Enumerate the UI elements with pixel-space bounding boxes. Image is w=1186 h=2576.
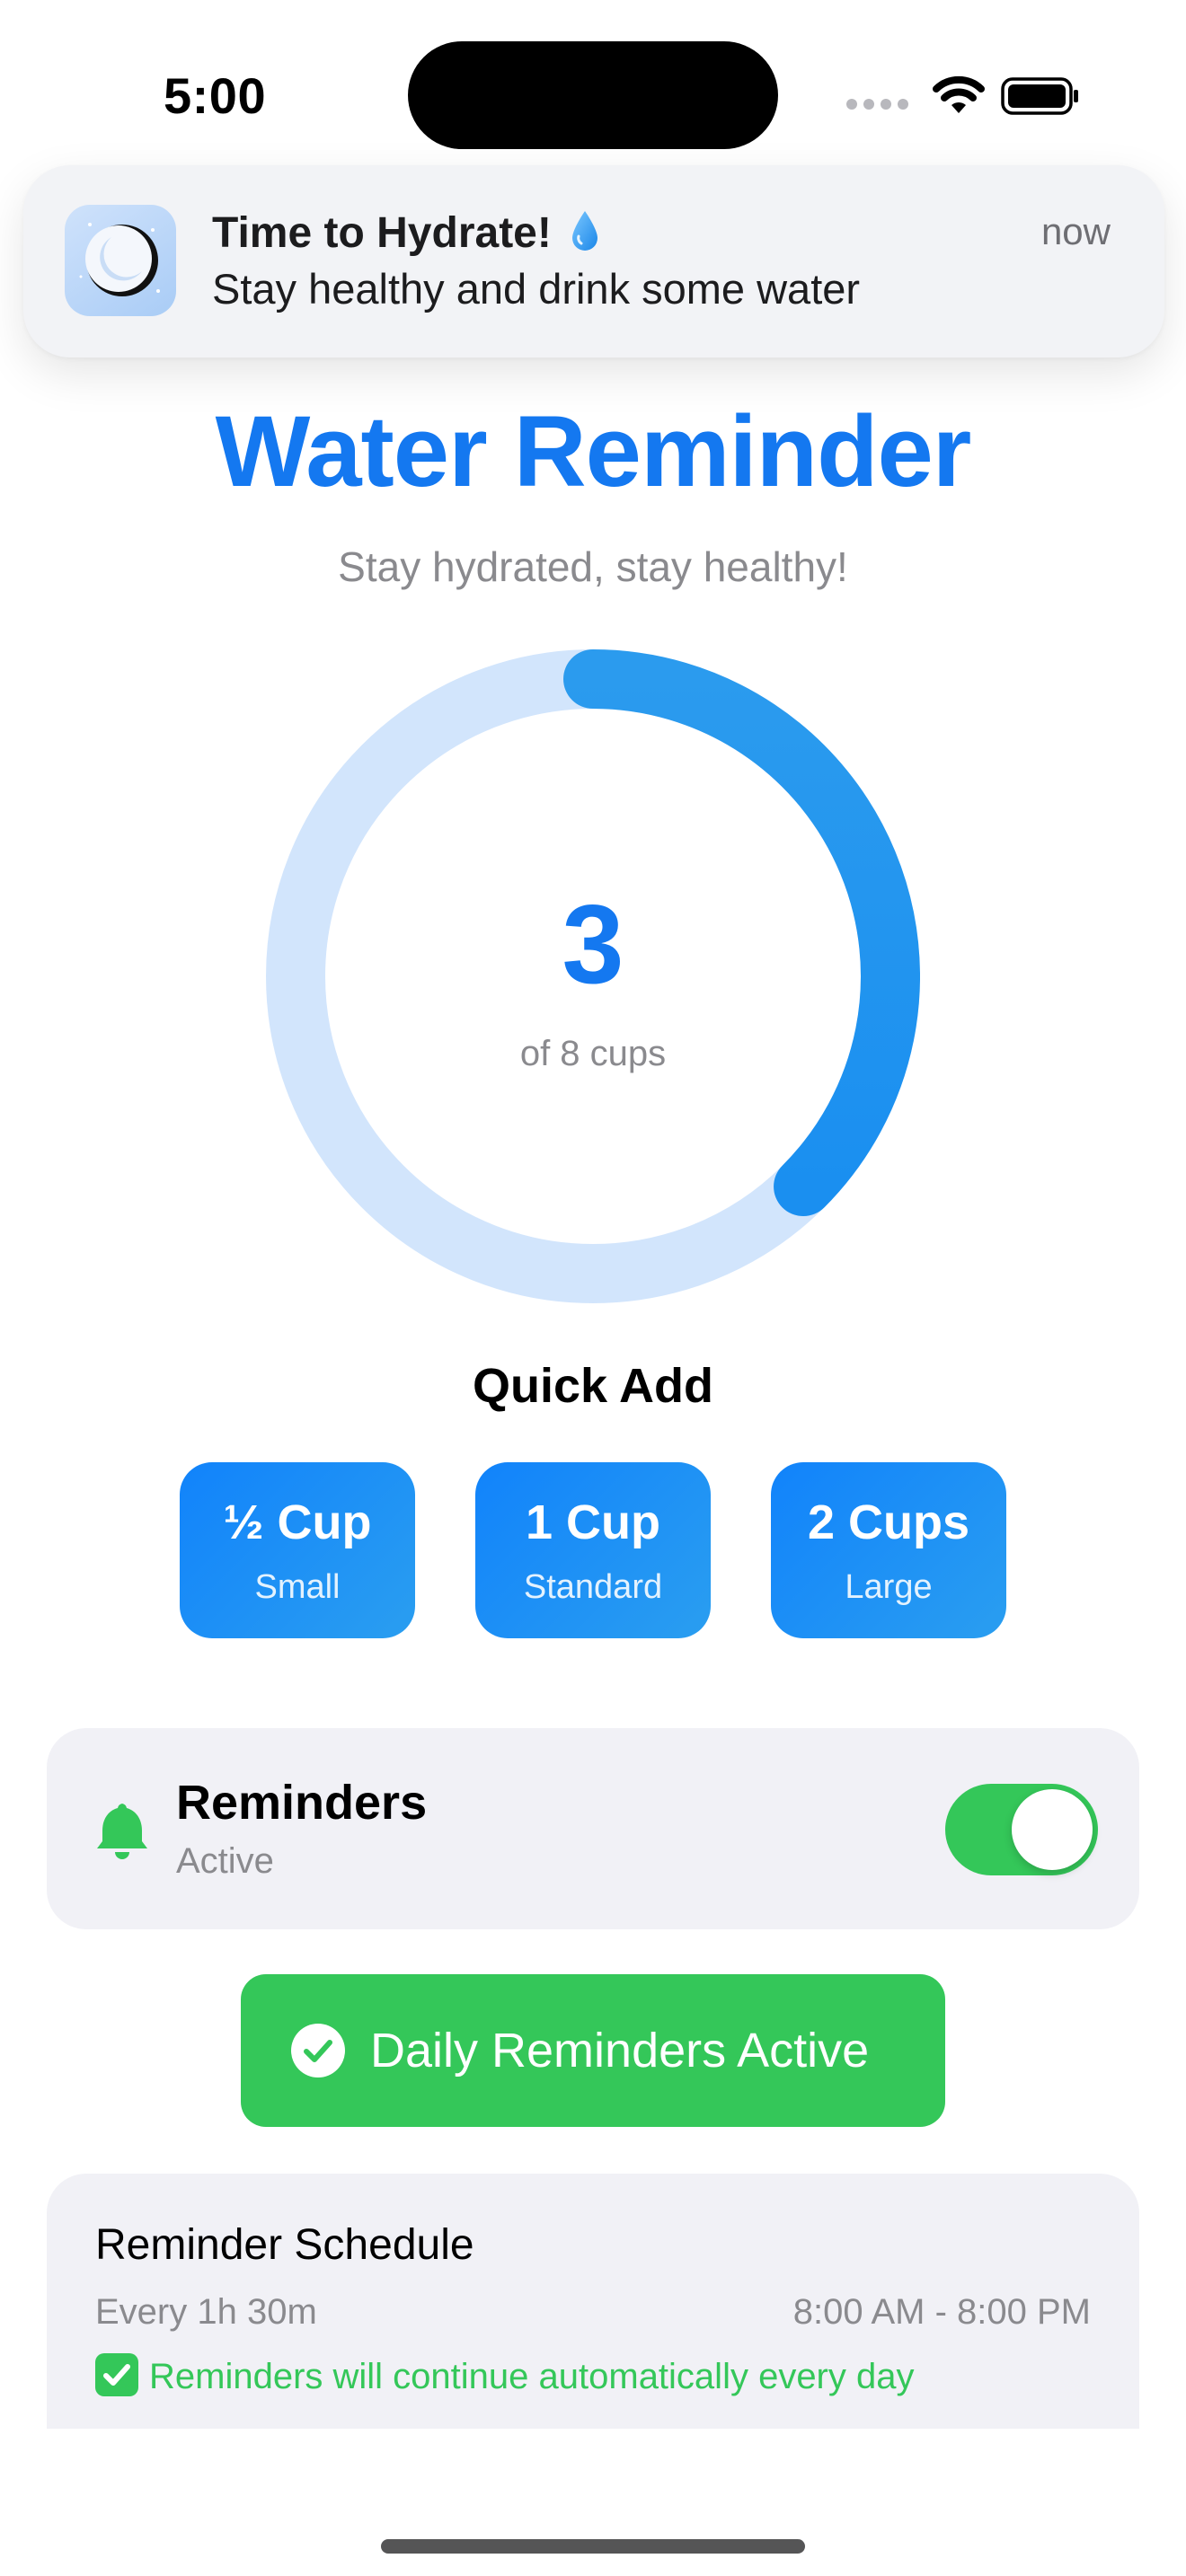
progress-ring: 3 of 8 cups (266, 649, 920, 1303)
button-sublabel: Small (254, 1568, 341, 1606)
check-mark-button-icon (95, 2353, 138, 2396)
button-sublabel: Standard (523, 1568, 663, 1606)
schedule-hours: 8:00 AM - 8:00 PM (792, 2292, 1091, 2332)
schedule-title: Reminder Schedule (95, 2221, 474, 2269)
button-sublabel: Large (845, 1568, 933, 1606)
water-drop-icon (572, 211, 598, 251)
dynamic-island (408, 41, 778, 149)
reminders-card: Reminders Active (47, 1728, 1139, 1929)
reminder-schedule-card: Reminder Schedule Every 1h 30m 8:00 AM -… (47, 2174, 1139, 2429)
schedule-note: Reminders will continue automatically ev… (95, 2353, 914, 2397)
cups-count: 3 (562, 883, 624, 1007)
schedule-interval: Every 1h 30m (95, 2292, 317, 2332)
reminders-toggle[interactable] (945, 1784, 1098, 1875)
button-label: 1 Cup (525, 1495, 660, 1549)
add-one-cup-button[interactable]: 1 Cup Standard (475, 1462, 711, 1638)
button-label: 2 Cups (807, 1495, 970, 1549)
quick-add-title: Quick Add (472, 1359, 714, 1413)
notification-title: Time to Hydrate! (212, 208, 599, 258)
signal-dots-icon (846, 99, 909, 110)
bell-icon (97, 1804, 147, 1859)
notification-banner[interactable]: Time to Hydrate! Stay healthy and drink … (23, 165, 1164, 357)
button-label: ½ Cup (223, 1495, 372, 1549)
page-title: Water Reminder (215, 395, 972, 507)
reminders-status: Active (176, 1841, 274, 1881)
add-half-cup-button[interactable]: ½ Cup Small (180, 1462, 415, 1638)
status-icons (846, 72, 1080, 122)
battery-icon (1001, 77, 1078, 115)
notification-body: Stay healthy and drink some water (212, 265, 861, 313)
toggle-knob (1012, 1789, 1093, 1870)
wifi-icon (933, 75, 985, 113)
schedule-note-text: Reminders will continue automatically ev… (149, 2357, 915, 2396)
active-button-label: Daily Reminders Active (370, 2024, 870, 2078)
checkmark-circle-icon (291, 2024, 345, 2078)
page-subtitle: Stay hydrated, stay healthy! (338, 543, 848, 590)
add-two-cups-button[interactable]: 2 Cups Large (771, 1462, 1006, 1638)
status-time: 5:00 (164, 67, 267, 124)
moon-app-icon (65, 205, 176, 316)
reminders-title: Reminders (176, 1776, 428, 1830)
notification-time: now (1040, 210, 1111, 252)
daily-reminders-active-button[interactable]: Daily Reminders Active (241, 1974, 945, 2127)
app-screen: 5:00 Time to Hydrate! Stay healthy and d… (0, 0, 1186, 2576)
cups-goal-label: of 8 cups (519, 1034, 667, 1073)
home-indicator[interactable] (381, 2539, 805, 2554)
